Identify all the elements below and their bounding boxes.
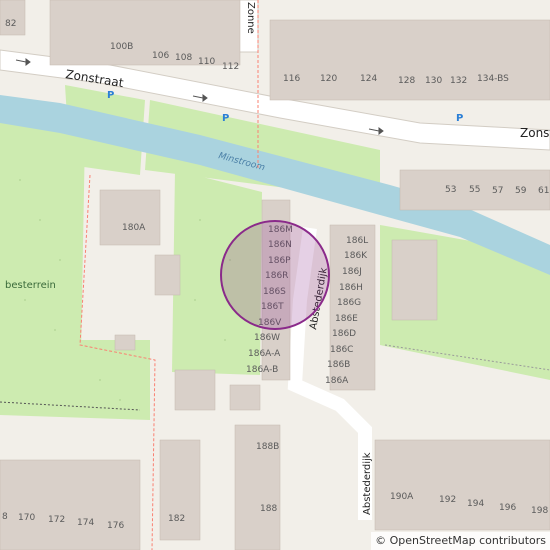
house-number: 182 <box>168 514 185 524</box>
house-number: 57 <box>492 186 503 196</box>
parking-marker[interactable]: P <box>222 113 229 124</box>
house-number: 194 <box>467 499 484 509</box>
house-number: 180A <box>122 223 146 233</box>
house-number: 192 <box>439 495 456 505</box>
park-label: besterrein <box>5 280 56 291</box>
house-number: 186W <box>254 333 280 343</box>
house-number: 186L <box>346 236 368 246</box>
parking-marker[interactable]: P <box>107 90 114 101</box>
house-number: 188B <box>256 442 279 452</box>
house-number: 172 <box>48 515 65 525</box>
house-number: 188 <box>260 504 277 514</box>
house-number: 132 <box>450 76 467 86</box>
attribution-text: OpenStreetMap contributors <box>389 534 546 547</box>
street-label-zonstraat-right: Zonstr <box>520 126 550 140</box>
house-number: 128 <box>398 76 415 86</box>
house-number: 196 <box>499 503 516 513</box>
parking-marker[interactable]: P <box>456 113 463 124</box>
house-number: 186A-B <box>246 365 278 375</box>
map-attribution[interactable]: © OpenStreetMap contributors <box>371 532 550 550</box>
house-number: 190A <box>390 492 414 502</box>
house-number: 61 <box>538 186 549 196</box>
house-number: 186C <box>330 345 353 355</box>
house-number: 176 <box>107 521 124 531</box>
house-number: 186G <box>337 298 361 308</box>
house-number: 100B <box>110 42 133 52</box>
house-number: 186B <box>327 360 350 370</box>
park-area-bottom-left <box>0 340 150 420</box>
house-number: 170 <box>18 513 35 523</box>
house-number: 198 <box>531 506 548 516</box>
house-number: 59 <box>515 186 527 196</box>
house-number: 8 <box>2 512 8 522</box>
house-number: 82 <box>5 19 16 29</box>
street-label-zonnebloem: Zonne <box>245 2 256 34</box>
house-number: 186H <box>339 283 363 293</box>
location-marker-circle[interactable] <box>220 220 330 330</box>
house-number: 186J <box>342 267 362 277</box>
house-number: 186A <box>325 376 349 386</box>
house-number: 108 <box>175 53 192 63</box>
house-number: 186E <box>335 314 358 324</box>
house-number: 106 <box>152 51 169 61</box>
house-number: 174 <box>77 518 94 528</box>
copyright-symbol: © <box>375 534 387 547</box>
house-number: 120 <box>320 74 337 84</box>
house-number: 134-BS <box>477 74 509 84</box>
street-label-abstederdijk-lower: Abstederdijk <box>362 452 373 515</box>
house-number: 186A-A <box>248 349 281 359</box>
house-number: 110 <box>198 57 215 67</box>
map-canvas[interactable]: Minstroom Zonstraat Zonstr P P P Zonne A… <box>0 0 550 550</box>
house-number: 55 <box>469 185 480 195</box>
house-number: 124 <box>360 74 377 84</box>
house-number: 116 <box>283 74 300 84</box>
house-number: 53 <box>445 185 456 195</box>
house-number: 186D <box>332 329 356 339</box>
house-number: 186K <box>344 251 368 261</box>
house-number: 130 <box>425 76 442 86</box>
house-number: 112 <box>222 62 239 72</box>
